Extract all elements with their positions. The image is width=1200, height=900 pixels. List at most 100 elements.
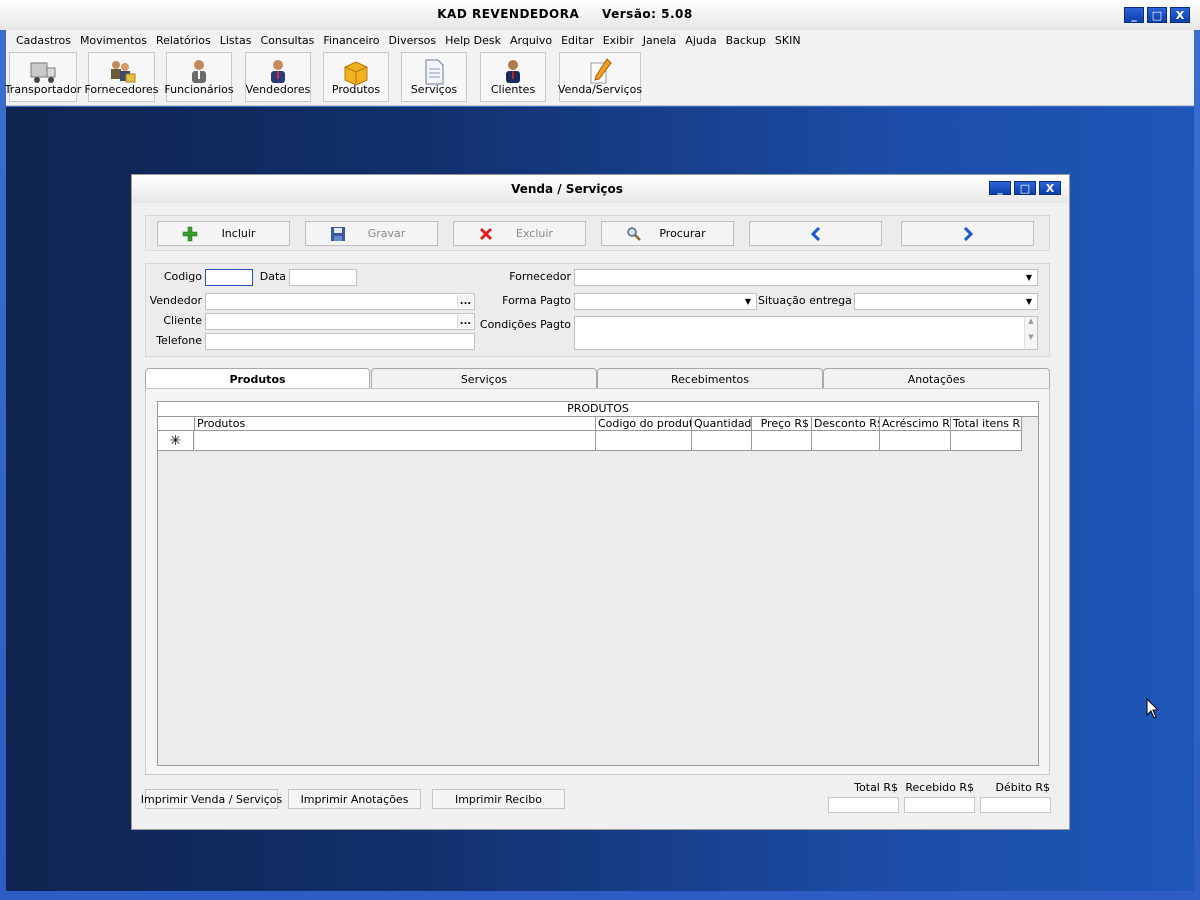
menu-ajuda[interactable]: Ajuda [685,34,716,47]
menu-cadastros[interactable]: Cadastros [16,34,71,47]
menu-arquivo[interactable]: Arquivo [510,34,552,47]
toolbar-servicos-button[interactable]: Serviços [401,52,467,102]
fornecedor-label: Fornecedor [509,270,571,283]
menu-listas[interactable]: Listas [220,34,252,47]
procurar-button[interactable]: Procurar [601,221,734,246]
debito-field[interactable] [980,797,1051,813]
menu-editar[interactable]: Editar [561,34,594,47]
vendedor-field[interactable]: ... [205,293,475,310]
forma-pagto-select[interactable]: ▼ [574,293,757,310]
toolbar: Transportador Fornecedores Funcionários … [5,50,1194,106]
column-header-codigo[interactable]: Codigo do produto [596,417,692,431]
new-row-marker: ✳ [158,431,194,451]
imprimir-anotacoes-button[interactable]: Imprimir Anotações [288,789,421,809]
column-header-desconto[interactable]: Desconto R$ [812,417,880,431]
toolbar-fornecedores-button[interactable]: Fornecedores [84,52,159,102]
next-record-button[interactable] [901,221,1034,246]
child-maximize-button[interactable]: □ [1014,181,1036,195]
grid-cell[interactable] [880,431,951,451]
data-label: Data [259,270,286,283]
condicoes-pagto-field[interactable]: ▲ ▼ [574,316,1038,350]
suppliers-icon [110,61,135,83]
app-name: KAD REVENDEDORA [437,7,580,21]
data-field[interactable] [289,269,357,286]
forma-pagto-label: Forma Pagto [502,294,571,307]
toolbar-vendedores-button[interactable]: Vendedores [245,52,311,102]
telefone-field[interactable] [205,333,475,350]
grid-cell[interactable] [596,431,692,451]
grid-cell[interactable] [692,431,752,451]
app-title: KAD REVENDEDORA Versão: 5.08 [0,7,1130,21]
menu-janela[interactable]: Janela [643,34,677,47]
chevron-right-icon [963,226,973,241]
column-header-produtos[interactable]: Produtos [195,417,596,431]
chevron-down-icon[interactable]: ▼ [741,295,755,308]
incluir-label: Incluir [221,227,256,240]
tab-recebimentos[interactable]: Recebimentos [597,368,823,389]
grid-cell[interactable] [752,431,812,451]
tab-produtos[interactable]: Produtos [145,368,370,390]
imprimir-venda-button[interactable]: Imprimir Venda / Serviços [141,789,282,809]
menu-help-desk[interactable]: Help Desk [445,34,501,47]
previous-record-button[interactable] [749,221,882,246]
close-button[interactable]: X [1170,7,1190,23]
chevron-down-icon[interactable]: ▼ [1022,295,1036,308]
menu-backup[interactable]: Backup [726,34,766,47]
grid-cell[interactable] [195,431,596,451]
excluir-label: Excluir [516,227,553,240]
memo-scrollbar[interactable]: ▲ ▼ [1024,317,1037,349]
toolbar-clientes-button[interactable]: Clientes [480,52,546,102]
procurar-label: Procurar [659,227,706,240]
total-field[interactable] [828,797,899,813]
produtos-grid[interactable]: PRODUTOS Produtos Codigo do produto Quan… [157,401,1039,766]
gravar-button[interactable]: Gravar [305,221,438,246]
menu-diversos[interactable]: Diversos [389,34,437,47]
minimize-button[interactable]: _ [1124,7,1144,23]
action-panel: Incluir Gravar Excluir Procurar [145,215,1050,251]
main-window: KAD REVENDEDORA Versão: 5.08 _ □ X Cadas… [0,0,1200,900]
mouse-cursor-icon [1146,698,1160,719]
excluir-button[interactable]: Excluir [453,221,586,246]
box-icon [344,61,368,86]
child-close-button[interactable]: X [1039,181,1061,195]
recebido-label: Recebido R$ [905,781,974,794]
grid-cell[interactable] [951,431,1022,451]
seller-icon [271,60,285,83]
cliente-field[interactable]: ... [205,313,475,330]
tab-servicos[interactable]: Serviços [371,368,597,389]
child-minimize-button[interactable]: _ [989,181,1011,195]
menu-consultas[interactable]: Consultas [260,34,314,47]
codigo-field[interactable] [205,269,253,286]
imprimir-recibo-button[interactable]: Imprimir Recibo [432,789,565,809]
vendedor-lookup-button[interactable]: ... [457,295,473,308]
recebido-field[interactable] [904,797,975,813]
search-icon [627,227,641,241]
cliente-lookup-button[interactable]: ... [457,315,473,328]
toolbar-funcionarios-button[interactable]: Funcionários [164,52,234,102]
menu-financeiro[interactable]: Financeiro [323,34,379,47]
column-header-acrescimo[interactable]: Acréscimo R$ [880,417,951,431]
menu-skin[interactable]: SKIN [775,34,801,47]
tab-anotacoes[interactable]: Anotações [823,368,1050,389]
column-header-total-itens[interactable]: Total itens R$ [951,417,1022,431]
menu-movimentos[interactable]: Movimentos [80,34,147,47]
column-header-quantidade[interactable]: Quantidade [692,417,752,431]
column-header-preco[interactable]: Preço R$ [752,417,812,431]
grid-cell[interactable] [812,431,880,451]
chevron-down-icon[interactable]: ▼ [1022,271,1036,284]
total-label: Total R$ [854,781,898,794]
incluir-button[interactable]: Incluir [157,221,290,246]
toolbar-produtos-button[interactable]: Produtos [323,52,389,102]
toolbar-venda-servicos-button[interactable]: Venda/Serviços [558,52,642,102]
toolbar-transportador-button[interactable]: Transportador [5,52,81,102]
fornecedor-select[interactable]: ▼ [574,269,1038,286]
main-titlebar: KAD REVENDEDORA Versão: 5.08 _ □ X [0,0,1200,30]
menu-relatorios[interactable]: Relatórios [156,34,211,47]
codigo-label: Codigo [163,270,202,283]
situacao-entrega-select[interactable]: ▼ [854,293,1038,310]
document-icon [425,59,444,85]
tab-strip: Produtos Serviços Recebimentos Anotações [145,368,1050,390]
menu-exibir[interactable]: Exibir [603,34,634,47]
maximize-button[interactable]: □ [1147,7,1167,23]
client-icon [506,60,520,83]
